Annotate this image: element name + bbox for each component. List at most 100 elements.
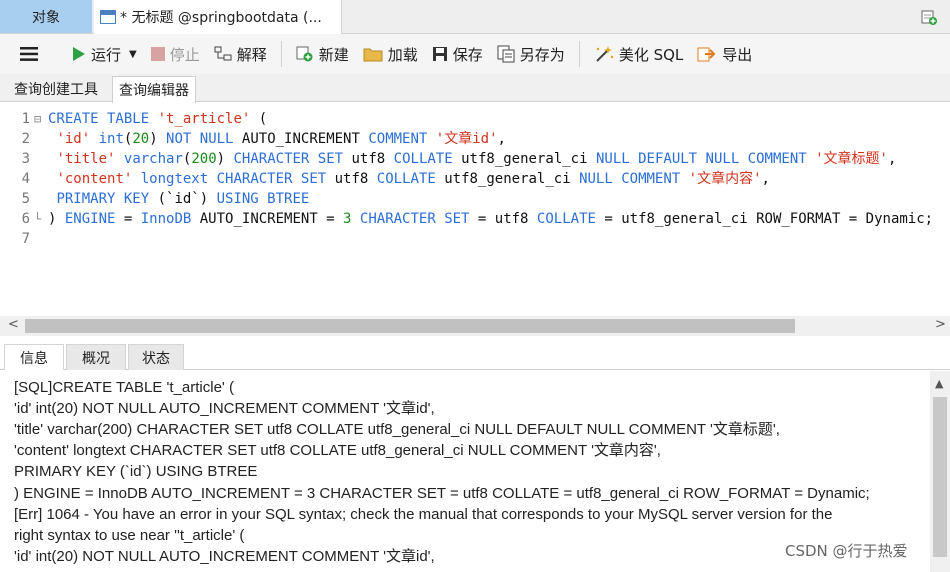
tab-query-builder[interactable]: 查询创建工具 — [8, 76, 104, 102]
code-token: utf8_general_ci — [452, 151, 596, 167]
beautify-sql-button[interactable]: 美化 SQL — [594, 44, 683, 65]
chevron-down-icon[interactable]: ▼ — [129, 49, 137, 60]
save-as-icon — [497, 45, 515, 63]
line-number: 3 — [21, 151, 30, 167]
scrollbar-thumb[interactable] — [933, 397, 947, 557]
code-token: COLLATE — [376, 171, 436, 187]
menu-button[interactable] — [20, 46, 38, 62]
new-label: 新建 — [318, 45, 349, 64]
code-token: ( — [250, 111, 268, 127]
save-as-button[interactable]: 另存为 — [497, 44, 565, 65]
code-token: , — [761, 171, 770, 187]
code-token: CHARACTER SET — [233, 151, 344, 167]
load-label: 加载 — [387, 45, 418, 64]
tab-status[interactable]: 状态 — [128, 344, 184, 370]
export-icon — [697, 47, 716, 62]
tab-query-label: * 无标题 @springbootdata (... — [120, 10, 322, 26]
run-label: 运行 — [91, 45, 122, 64]
new-query-tab-icon[interactable] — [920, 8, 938, 26]
code-token: utf8 — [326, 171, 377, 187]
code-token: utf8 — [343, 151, 394, 167]
tab-objects[interactable]: 对象 — [0, 0, 92, 33]
new-query-icon — [296, 46, 313, 62]
code-token: = utf8_general_ci ROW_FORMAT = Dynamic; — [595, 211, 934, 227]
query-toolbar: 运行 ▼ 停止 解释 新建 加载 保存 另存为 美化 SQL 导出 — [0, 34, 950, 74]
toolbar-divider — [578, 41, 580, 67]
explain-icon — [214, 46, 232, 61]
code-line: 2 'id' int(20) NOT NULL AUTO_INCREMENT C… — [0, 129, 506, 149]
code-token: NULL DEFAULT NULL COMMENT — [595, 151, 807, 167]
code-token: = — [115, 211, 141, 227]
code-token: USING BTREE — [216, 191, 310, 207]
export-button[interactable]: 导出 — [697, 44, 752, 65]
code-token: AUTO_INCREMENT — [233, 131, 369, 147]
explain-label: 解释 — [236, 45, 267, 64]
code-token: utf8_general_ci — [435, 171, 580, 187]
tab-message[interactable]: 信息 — [4, 344, 64, 370]
load-button[interactable]: 加载 — [363, 44, 418, 65]
tab-message-label: 信息 — [20, 350, 48, 367]
code-token: varchar — [123, 151, 183, 167]
code-token: NULL COMMENT — [579, 171, 681, 187]
scroll-right-icon[interactable]: > — [935, 317, 946, 332]
hamburger-icon — [20, 47, 38, 61]
code-token: 200 — [191, 151, 217, 167]
code-token: '文章id' — [435, 131, 498, 147]
line-number: 2 — [21, 131, 30, 147]
code-token: CHARACTER SET — [359, 211, 470, 227]
line-number: 5 — [21, 191, 30, 207]
stop-label: 停止 — [169, 45, 200, 64]
query-table-icon — [100, 10, 116, 24]
code-token: CREATE TABLE — [48, 111, 150, 127]
code-token: 'title' — [56, 151, 116, 167]
code-token: int — [98, 131, 124, 147]
code-token: NOT NULL — [166, 131, 234, 147]
code-token: '文章标题' — [815, 151, 888, 167]
code-token: ENGINE — [64, 211, 116, 227]
tab-profile[interactable]: 概况 — [66, 344, 126, 370]
message-vertical-scrollbar[interactable]: ▲ — [930, 371, 950, 572]
fold-end-icon: └ — [34, 212, 42, 226]
code-token: COLLATE — [393, 151, 453, 167]
code-token: longtext — [140, 171, 209, 187]
message-line: [SQL]CREATE TABLE 't_article' ( — [14, 379, 234, 396]
code-token: (`id`) — [149, 191, 217, 207]
message-line: 'id' int(20) NOT NULL AUTO_INCREMENT COM… — [14, 548, 435, 565]
run-button[interactable]: 运行 ▼ — [72, 44, 137, 65]
explain-button[interactable]: 解释 — [214, 44, 267, 65]
stop-icon — [150, 47, 165, 61]
code-token: ) — [48, 211, 65, 227]
line-number: 7 — [21, 231, 30, 247]
message-line: 'content' longtext CHARACTER SET utf8 CO… — [14, 442, 661, 459]
stop-button[interactable]: 停止 — [150, 44, 200, 65]
line-number: 4 — [21, 171, 30, 187]
code-token: COLLATE — [536, 211, 596, 227]
editor-horizontal-scrollbar[interactable]: < > — [0, 316, 950, 336]
code-token: PRIMARY KEY — [56, 191, 150, 207]
code-token: , — [497, 131, 506, 147]
save-button[interactable]: 保存 — [432, 44, 483, 65]
toolbar-divider — [280, 41, 282, 67]
new-button[interactable]: 新建 — [296, 44, 349, 65]
scroll-up-icon[interactable]: ▲ — [935, 377, 943, 390]
save-as-label: 另存为 — [519, 45, 565, 64]
editor-subtabs: 查询创建工具 查询编辑器 — [0, 74, 950, 103]
code-line: 3 'title' varchar(200) CHARACTER SET utf… — [0, 149, 897, 169]
tab-query[interactable]: * 无标题 @springbootdata (... — [94, 0, 342, 34]
scrollbar-thumb[interactable] — [25, 319, 795, 333]
sql-editor[interactable]: 1 ⊟ CREATE TABLE 't_article' ( 2 'id' int(… — [0, 103, 950, 316]
code-token: AUTO_INCREMENT = — [191, 211, 344, 227]
fold-collapse-icon[interactable]: ⊟ — [34, 109, 48, 129]
folder-icon — [363, 48, 383, 62]
save-icon — [432, 47, 447, 61]
code-token: COMMENT — [368, 131, 428, 147]
tab-query-editor[interactable]: 查询编辑器 — [112, 76, 196, 103]
tab-status-label: 状态 — [142, 350, 170, 367]
scroll-left-icon[interactable]: < — [8, 317, 19, 332]
watermark: CSDN @行于热爱 — [785, 542, 908, 560]
